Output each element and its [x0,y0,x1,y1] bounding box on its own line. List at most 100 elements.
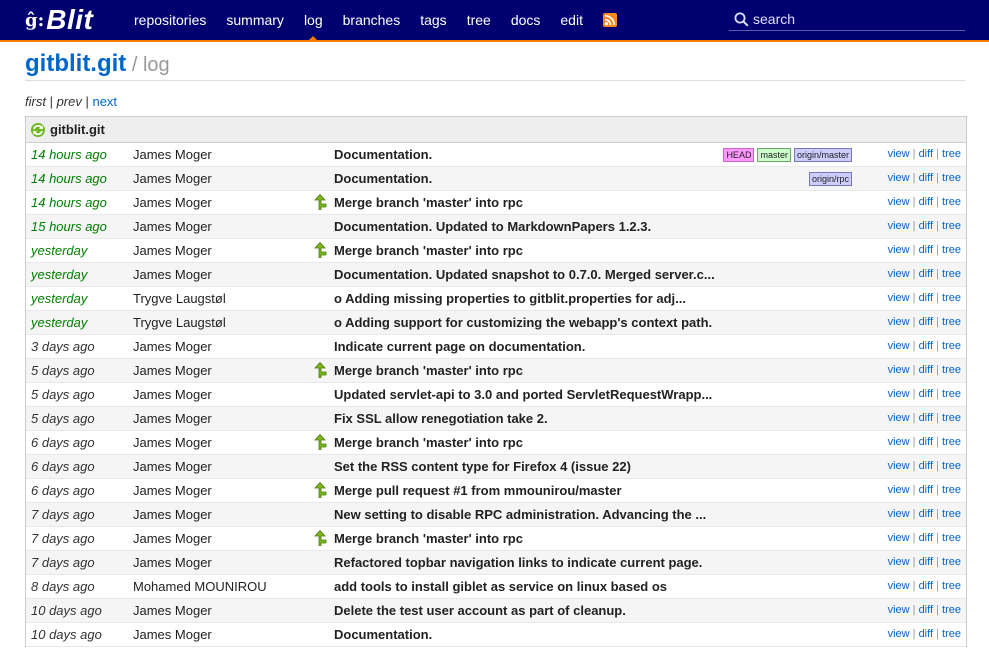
gitblit-logo[interactable]: ĝ: Blit [25,3,93,37]
diff-link[interactable]: diff [919,316,933,328]
commit-author[interactable]: James Moger [133,503,212,526]
tree-link[interactable]: tree [942,484,961,496]
commit-message[interactable]: Documentation. [334,143,432,166]
commit-author[interactable]: Trygve Laugstøl [133,311,226,334]
commit-message[interactable]: Documentation. [334,167,432,190]
view-link[interactable]: view [888,292,910,304]
diff-link[interactable]: diff [919,604,933,616]
view-link[interactable]: view [888,556,910,568]
commit-message[interactable]: Updated servlet-api to 3.0 and ported Se… [334,383,712,406]
view-link[interactable]: view [888,196,910,208]
tree-link[interactable]: tree [942,244,961,256]
nav-link-tree[interactable]: tree [467,0,491,40]
commit-author[interactable]: James Moger [133,407,212,430]
view-link[interactable]: view [888,484,910,496]
tree-link[interactable]: tree [942,556,961,568]
view-link[interactable]: view [888,436,910,448]
tree-link[interactable]: tree [942,340,961,352]
nav-link-docs[interactable]: docs [511,0,541,40]
commit-author[interactable]: James Moger [133,167,212,190]
commit-author[interactable]: James Moger [133,599,212,622]
tree-link[interactable]: tree [942,220,961,232]
diff-link[interactable]: diff [919,364,933,376]
diff-link[interactable]: diff [919,532,933,544]
commit-message[interactable]: Merge branch 'master' into rpc [334,527,523,550]
commit-message[interactable]: Merge branch 'master' into rpc [334,191,523,214]
commit-message[interactable]: o Adding missing properties to gitblit.p… [334,287,686,310]
diff-link[interactable]: diff [919,628,933,640]
commit-message[interactable]: o Adding support for customizing the web… [334,311,712,334]
commit-author[interactable]: James Moger [133,623,212,646]
view-link[interactable]: view [888,628,910,640]
commit-message[interactable]: New setting to disable RPC administratio… [334,503,706,526]
view-link[interactable]: view [888,340,910,352]
commit-author[interactable]: James Moger [133,215,212,238]
diff-link[interactable]: diff [919,220,933,232]
diff-link[interactable]: diff [919,340,933,352]
tree-link[interactable]: tree [942,172,961,184]
tree-link[interactable]: tree [942,412,961,424]
diff-link[interactable]: diff [919,196,933,208]
commit-author[interactable]: James Moger [133,335,212,358]
search-box[interactable]: search [729,8,965,31]
view-link[interactable]: view [888,172,910,184]
commit-author[interactable]: Trygve Laugstøl [133,287,226,310]
commit-author[interactable]: James Moger [133,455,212,478]
view-link[interactable]: view [888,268,910,280]
commit-message[interactable]: Merge pull request #1 from mmounirou/mas… [334,479,622,502]
commit-message[interactable]: Fix SSL allow renegotiation take 2. [334,407,548,430]
tree-link[interactable]: tree [942,436,961,448]
ref-badge[interactable]: master [757,148,791,162]
diff-link[interactable]: diff [919,412,933,424]
commit-message[interactable]: Documentation. Updated snapshot to 0.7.0… [334,263,715,286]
commit-message[interactable]: Documentation. Updated to MarkdownPapers… [334,215,651,238]
nav-link-edit[interactable]: edit [560,0,583,40]
commit-author[interactable]: James Moger [133,359,212,382]
ref-badge[interactable]: HEAD [723,148,755,162]
commit-author[interactable]: James Moger [133,527,212,550]
tree-link[interactable]: tree [942,316,961,328]
view-link[interactable]: view [888,604,910,616]
commit-author[interactable]: James Moger [133,191,212,214]
tree-link[interactable]: tree [942,580,961,592]
diff-link[interactable]: diff [919,436,933,448]
diff-link[interactable]: diff [919,460,933,472]
tree-link[interactable]: tree [942,268,961,280]
view-link[interactable]: view [888,388,910,400]
tree-link[interactable]: tree [942,292,961,304]
diff-link[interactable]: diff [919,580,933,592]
nav-link-log[interactable]: log [304,0,323,41]
commit-author[interactable]: James Moger [133,479,212,502]
commit-message[interactable]: Merge branch 'master' into rpc [334,431,523,454]
view-link[interactable]: view [888,148,910,160]
commit-author[interactable]: James Moger [133,551,212,574]
commit-author[interactable]: Mohamed MOUNIROU [133,575,267,598]
search-input[interactable]: search [753,11,795,27]
commit-message[interactable]: Refactored topbar navigation links to in… [334,551,702,574]
tree-link[interactable]: tree [942,628,961,640]
rss-feed-icon[interactable] [602,13,617,27]
tree-link[interactable]: tree [942,532,961,544]
commit-message[interactable]: Indicate current page on documentation. [334,335,585,358]
tree-link[interactable]: tree [942,460,961,472]
pager-next-link[interactable]: next [92,94,117,109]
diff-link[interactable]: diff [919,508,933,520]
view-link[interactable]: view [888,244,910,256]
view-link[interactable]: view [888,532,910,544]
commit-author[interactable]: James Moger [133,263,212,286]
tree-link[interactable]: tree [942,388,961,400]
nav-link-summary[interactable]: summary [226,0,284,40]
diff-link[interactable]: diff [919,172,933,184]
tree-link[interactable]: tree [942,604,961,616]
diff-link[interactable]: diff [919,484,933,496]
tree-link[interactable]: tree [942,148,961,160]
commit-message[interactable]: Set the RSS content type for Firefox 4 (… [334,455,631,478]
commit-message[interactable]: Merge branch 'master' into rpc [334,239,523,262]
view-link[interactable]: view [888,460,910,472]
nav-link-tags[interactable]: tags [420,0,446,40]
diff-link[interactable]: diff [919,244,933,256]
nav-link-branches[interactable]: branches [343,0,401,40]
view-link[interactable]: view [888,220,910,232]
view-link[interactable]: view [888,580,910,592]
view-link[interactable]: view [888,508,910,520]
